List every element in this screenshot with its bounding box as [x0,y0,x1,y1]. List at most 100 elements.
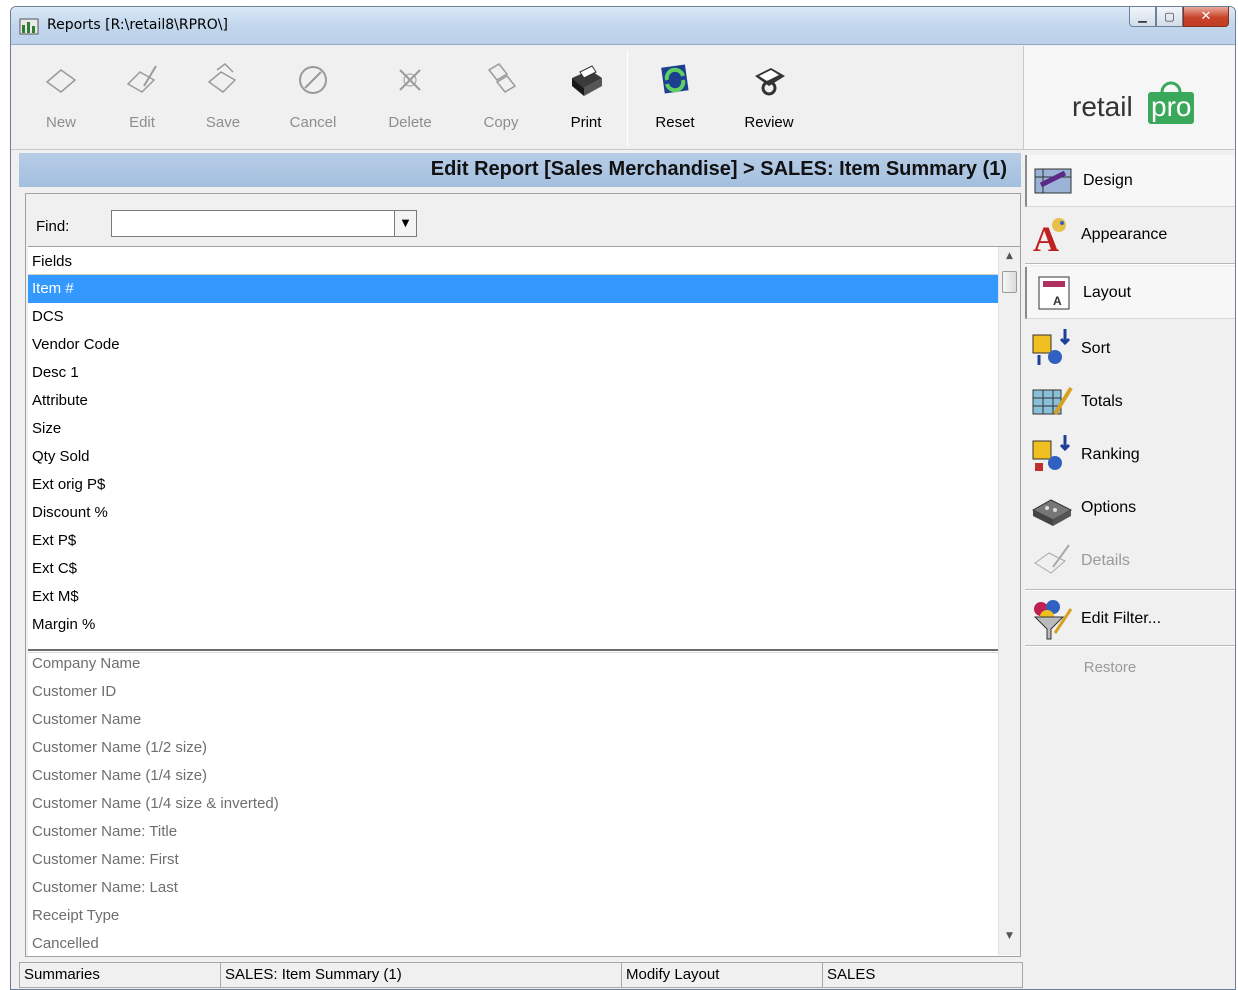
fields-panel: Find: ▼ Fields Item # DCS Vendor Code Desc … [25,193,1021,957]
selected-field-row[interactable]: Ext P$ [28,527,998,555]
delete-button[interactable]: Delete [374,60,446,140]
sort-icon [1032,329,1071,365]
ranking-icon [1032,435,1071,471]
selected-field-row[interactable]: Attribute [28,387,998,415]
new-button[interactable]: New [25,60,97,140]
logo-area: retail pro [1023,46,1235,150]
chevron-down-icon: ▼ [401,218,410,229]
selected-field-row[interactable]: Desc 1 [28,359,998,387]
reports-app-icon [19,18,39,35]
fields-list[interactable]: Fields Item # DCS Vendor Code Desc 1 Attribu… [28,246,1020,956]
selected-fields: Item # DCS Vendor Code Desc 1 Attribute Size Q… [28,275,998,639]
cancel-icon [299,66,327,94]
available-field-row[interactable]: Receipt Type [28,902,998,930]
printer-icon [572,65,602,96]
save-icon [207,63,237,93]
copy-label: Copy [483,114,519,131]
find-dropdown-button[interactable]: ▼ [394,211,416,236]
review-icon [755,68,785,96]
nav-ranking[interactable]: Ranking [1025,429,1235,481]
appearance-icon: A [1033,218,1066,257]
nav-totals[interactable]: Totals [1025,376,1235,428]
find-combobox[interactable]: ▼ [111,210,417,237]
nav-totals-label: Totals [1081,393,1123,410]
available-field-row[interactable]: Customer Name (1/2 size) [28,734,998,762]
status-bar: Summaries SALES: Item Summary (1) Modify… [19,962,1023,988]
reset-button[interactable]: Reset [639,60,711,140]
selected-field-row[interactable]: Qty Sold [28,443,998,471]
toolbar: New Edit Save Cancel Delete Copy Print R… [11,46,1023,150]
save-button[interactable]: Save [187,60,259,140]
close-button[interactable]: ✕ [1183,7,1229,27]
edit-icon [126,65,157,93]
selected-field-row[interactable]: Vendor Code [28,331,998,359]
selected-field-row[interactable]: Ext orig P$ [28,471,998,499]
nav-options[interactable]: Options [1025,482,1235,534]
nav-layout[interactable]: A Layout [1025,267,1235,319]
selected-field-row[interactable]: Margin % [28,611,998,639]
nav-design[interactable]: Design [1025,155,1235,207]
available-fields: Company Name Customer ID Customer Name Cust… [28,650,998,958]
scroll-up-icon[interactable]: ▲ [999,251,1020,269]
edit-label: Edit [129,114,155,131]
available-field-row[interactable]: Cancelled [28,930,998,958]
reset-label: Reset [655,114,695,131]
print-button[interactable]: Print [550,60,622,140]
nav-separator [1025,589,1235,591]
selected-field-row[interactable]: Discount % [28,499,998,527]
nav-sort-label: Sort [1081,340,1111,357]
cancel-label: Cancel [289,114,337,131]
nav-sort[interactable]: Sort [1025,323,1235,375]
available-field-row[interactable]: Customer Name (1/4 size) [28,762,998,790]
window-title: Reports [R:\retail8\RPRO\] [47,17,228,33]
find-label: Find: [36,218,70,235]
selected-field-row[interactable]: Ext C$ [28,555,998,583]
nav-edit-filter[interactable]: Edit Filter... [1025,593,1235,645]
available-field-row[interactable]: Customer Name (1/4 size & inverted) [28,790,998,818]
scroll-thumb[interactable] [1002,271,1017,293]
nav-separator [1025,263,1235,265]
selected-field-row[interactable]: Ext M$ [28,583,998,611]
available-field-row[interactable]: Customer ID [28,678,998,706]
scroll-down-icon[interactable]: ▼ [999,931,1020,949]
nav-options-label: Options [1081,499,1137,516]
reports-window: Reports [R:\retail8\RPRO\] ▁ ▢ ✕ New Edi… [10,6,1236,990]
print-label: Print [570,114,602,131]
title-bar[interactable]: Reports [R:\retail8\RPRO\] ▁ ▢ ✕ [11,7,1235,45]
svg-text:pro: pro [1151,91,1191,122]
maximize-icon: ▢ [1164,10,1175,23]
edit-button[interactable]: Edit [106,60,178,140]
close-icon: ✕ [1200,9,1212,24]
available-field-row[interactable]: Company Name [28,650,998,678]
selected-field-row[interactable]: Size [28,415,998,443]
minimize-button[interactable]: ▁ [1129,7,1156,27]
filter-icon [1033,600,1073,640]
restore-button[interactable]: Restore [1025,659,1195,676]
nav-appearance-label: Appearance [1081,226,1168,243]
available-field-row[interactable]: Customer Name: First [28,846,998,874]
available-field-row[interactable]: Customer Name [28,706,998,734]
selected-field-row[interactable]: DCS [28,303,998,331]
copy-button[interactable]: Copy [465,60,537,140]
svg-text:A: A [1053,294,1062,308]
nav-ranking-label: Ranking [1081,446,1140,463]
fields-scrollbar[interactable]: ▲ ▼ [998,247,1020,955]
design-icon [1034,168,1072,193]
toolbar-separator [627,50,628,146]
nav-design-label: Design [1083,171,1133,189]
cancel-button[interactable]: Cancel [277,60,349,140]
selected-field-row[interactable]: Item # [28,275,998,303]
totals-icon [1032,386,1073,416]
status-area: SALES [822,962,1023,988]
new-label: New [45,114,76,131]
available-field-row[interactable]: Customer Name: Last [28,874,998,902]
nav-appearance[interactable]: A Appearance [1025,209,1235,261]
find-input[interactable] [112,211,392,235]
available-field-row[interactable]: Customer Name: Title [28,818,998,846]
nav-details[interactable]: Details [1025,535,1235,587]
maximize-button[interactable]: ▢ [1156,7,1183,27]
fields-header: Fields [28,247,998,275]
review-button[interactable]: Review [733,60,805,140]
status-report-group: Summaries [19,962,220,988]
options-icon [1031,499,1073,526]
